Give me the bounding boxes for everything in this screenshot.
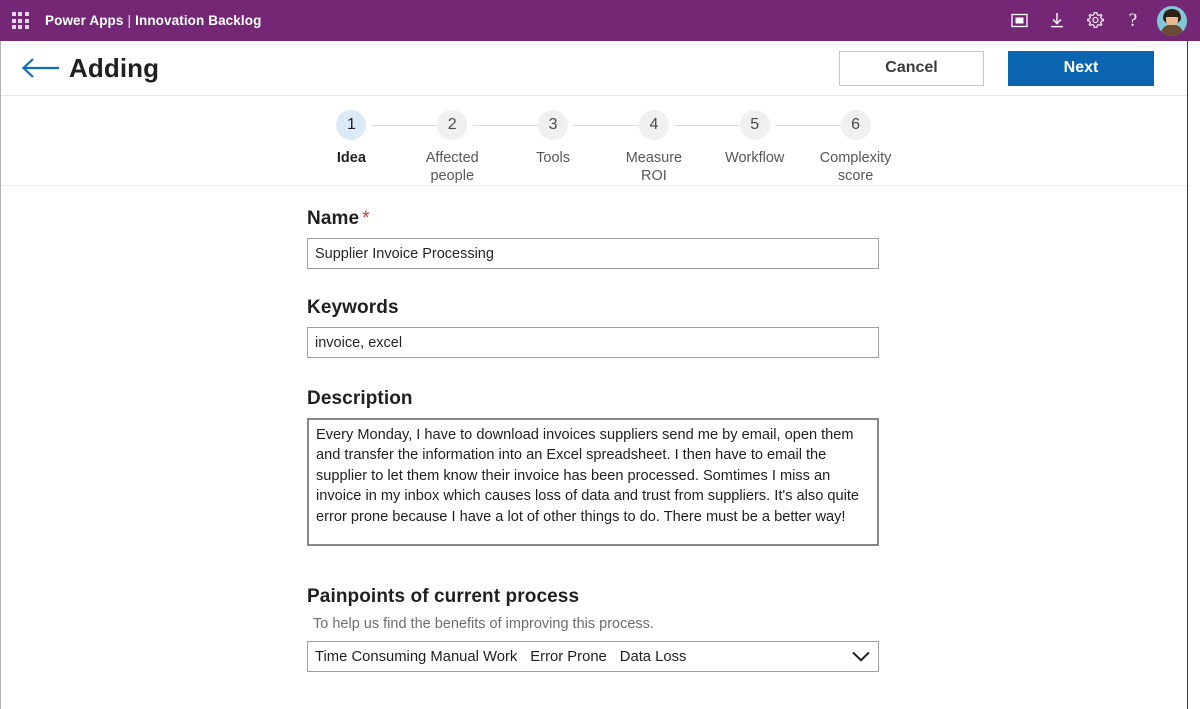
chevron-down-icon[interactable]	[851, 650, 871, 663]
brand-separator: |	[124, 13, 136, 28]
page-title: Adding	[69, 53, 159, 84]
cancel-button[interactable]: Cancel	[839, 51, 984, 86]
stepper-step-5[interactable]: 5 Workflow	[704, 110, 805, 185]
stepper-step-number: 5	[740, 110, 770, 140]
stepper-step-number: 1	[336, 110, 366, 140]
stepper-step-number: 2	[437, 110, 467, 140]
stepper-step-number: 3	[538, 110, 568, 140]
help-icon[interactable]: ?	[1114, 0, 1152, 41]
field-name: Name*	[307, 208, 879, 269]
stepper-step-label: Complexity score	[820, 149, 892, 185]
download-icon[interactable]	[1038, 0, 1076, 41]
stepper-step-label: Measure ROI	[626, 149, 682, 185]
app-canvas: Adding Cancel Next 1 Idea 2 Affected peo…	[0, 41, 1188, 709]
stepper-step-number: 4	[639, 110, 669, 140]
stepper-step-1[interactable]: 1 Idea	[301, 110, 402, 185]
painpoints-dropdown[interactable]: Time Consuming Manual Work Error Prone D…	[307, 641, 879, 672]
stepper-step-label: Workflow	[725, 149, 784, 167]
app-launcher-icon[interactable]	[0, 0, 40, 41]
page-header: Adding Cancel Next	[1, 41, 1187, 96]
stepper-track: 1 Idea 2 Affected people 3 Tools 4 Measu	[301, 110, 906, 185]
keywords-label: Keywords	[307, 297, 879, 319]
description-textarea[interactable]	[307, 418, 879, 546]
fit-to-screen-icon[interactable]	[1000, 0, 1038, 41]
painpoints-selected-values: Time Consuming Manual Work Error Prone D…	[315, 649, 686, 665]
brand-title: Power Apps|Innovation Backlog	[45, 13, 261, 28]
app-name: Innovation Backlog	[135, 13, 261, 28]
help-question-glyph: ?	[1129, 11, 1137, 30]
page-actions: Cancel Next	[839, 51, 1187, 86]
stepper-step-number: 6	[841, 110, 871, 140]
app-frame: Power Apps|Innovation Backlog	[0, 0, 1200, 709]
waffle-grid	[12, 12, 29, 29]
stepper-step-2[interactable]: 2 Affected people	[402, 110, 503, 185]
painpoints-label: Painpoints of current process	[307, 586, 879, 608]
stepper-step-3[interactable]: 3 Tools	[503, 110, 604, 185]
avatar[interactable]	[1152, 0, 1192, 41]
top-bar-actions: ?	[1000, 0, 1200, 41]
top-command-bar: Power Apps|Innovation Backlog	[0, 0, 1200, 41]
painpoint-chip: Error Prone	[530, 649, 606, 665]
keywords-input[interactable]	[307, 327, 879, 358]
next-button[interactable]: Next	[1008, 51, 1154, 86]
idea-form: Name* Keywords Description Painpoints of…	[1, 186, 1187, 672]
name-label: Name*	[307, 208, 879, 230]
stepper-step-label: Tools	[536, 149, 570, 167]
back-arrow-icon[interactable]	[21, 53, 63, 83]
name-label-text: Name	[307, 208, 359, 229]
painpoints-help-text: To help us find the benefits of improvin…	[313, 616, 879, 632]
avatar-image	[1157, 6, 1187, 36]
stepper-step-label: Affected people	[426, 149, 479, 185]
stepper-step-4[interactable]: 4 Measure ROI	[603, 110, 704, 185]
stepper-step-6[interactable]: 6 Complexity score	[805, 110, 906, 185]
required-asterisk: *	[362, 208, 370, 229]
painpoint-chip: Data Loss	[620, 649, 687, 665]
painpoint-chip: Time Consuming Manual Work	[315, 649, 517, 665]
field-keywords: Keywords	[307, 297, 879, 358]
wizard-stepper: 1 Idea 2 Affected people 3 Tools 4 Measu	[1, 96, 1187, 186]
field-description: Description	[307, 388, 879, 551]
product-name: Power Apps	[45, 13, 124, 28]
description-label: Description	[307, 388, 879, 410]
settings-gear-icon[interactable]	[1076, 0, 1114, 41]
stepper-step-label: Idea	[337, 149, 366, 167]
field-painpoints: Painpoints of current process To help us…	[307, 586, 879, 672]
name-input[interactable]	[307, 238, 879, 269]
